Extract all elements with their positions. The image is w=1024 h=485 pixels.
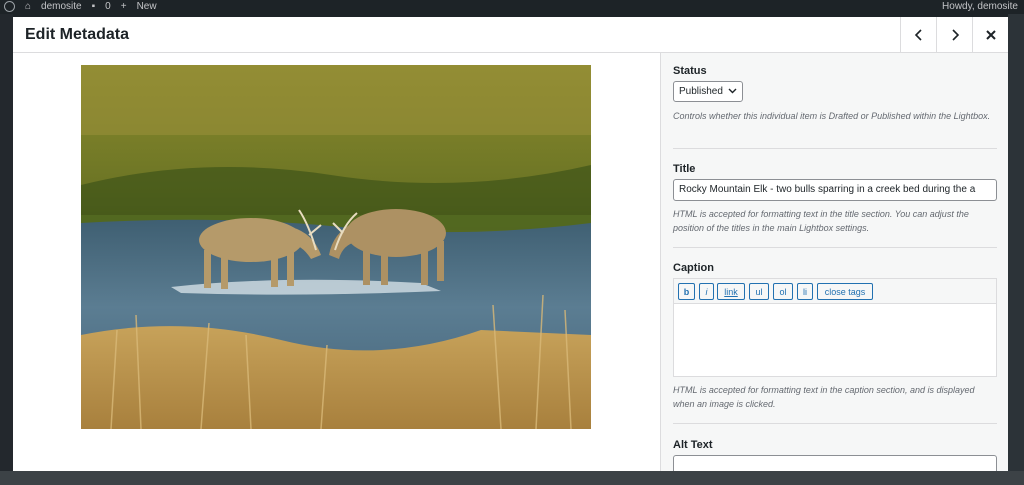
metadata-sidebar: Status Published Controls whether this i… xyxy=(660,53,1008,471)
divider xyxy=(673,148,997,149)
plus-icon: + xyxy=(120,1,127,12)
admin-bar: ⌂ demosite ▪ 0 + New Howdy, demosite xyxy=(0,0,1024,14)
link-tag-button[interactable]: link xyxy=(717,283,745,300)
background-footer xyxy=(0,471,1024,485)
modal-header: Edit Metadata xyxy=(13,17,1008,53)
divider xyxy=(673,247,997,248)
comments-count[interactable]: 0 xyxy=(105,1,111,12)
chevron-down-icon xyxy=(728,88,737,94)
status-description: Controls whether this individual item is… xyxy=(673,111,991,121)
bold-tag-button[interactable]: b xyxy=(678,283,695,300)
previous-button[interactable] xyxy=(900,17,936,53)
image-preview-pane xyxy=(13,53,660,471)
italic-tag-button[interactable]: i xyxy=(699,283,714,300)
wordpress-logo-icon[interactable] xyxy=(4,1,15,12)
elk-photo xyxy=(81,65,591,429)
chevron-right-icon xyxy=(951,29,959,41)
modal-title: Edit Metadata xyxy=(25,26,130,43)
ol-tag-button[interactable]: ol xyxy=(773,283,793,300)
close-button[interactable] xyxy=(972,17,1008,53)
status-value: Published xyxy=(679,86,723,97)
title-input[interactable]: Rocky Mountain Elk - two bulls sparring … xyxy=(673,179,997,201)
alt-text-input[interactable] xyxy=(673,455,997,471)
alt-text-label: Alt Text xyxy=(673,439,713,451)
background-content xyxy=(1008,14,1024,485)
close-icon xyxy=(985,30,996,40)
status-label: Status xyxy=(673,65,707,77)
title-description: HTML is accepted for formatting text in … xyxy=(673,209,969,233)
caption-label: Caption xyxy=(673,262,714,274)
site-name-link[interactable]: demosite xyxy=(41,1,82,12)
account-greeting[interactable]: Howdy, demosite xyxy=(942,1,1018,12)
home-icon: ⌂ xyxy=(25,1,32,12)
title-label: Title xyxy=(673,163,696,175)
status-select[interactable]: Published xyxy=(673,81,743,102)
caption-textarea[interactable] xyxy=(673,304,997,377)
next-button[interactable] xyxy=(936,17,972,53)
caption-description: HTML is accepted for formatting text in … xyxy=(673,385,975,409)
edit-metadata-modal: Edit Metadata Status Published Controls … xyxy=(13,17,1008,471)
ul-tag-button[interactable]: ul xyxy=(749,283,769,300)
background-admin-menu xyxy=(0,14,13,485)
close-tags-button[interactable]: close tags xyxy=(817,283,873,300)
divider xyxy=(673,423,997,424)
caption-quicktags-toolbar: b i link ul ol li close tags xyxy=(673,278,997,304)
comment-icon: ▪ xyxy=(91,1,96,12)
new-link[interactable]: New xyxy=(137,1,157,12)
li-tag-button[interactable]: li xyxy=(797,283,813,300)
chevron-left-icon xyxy=(914,29,922,41)
